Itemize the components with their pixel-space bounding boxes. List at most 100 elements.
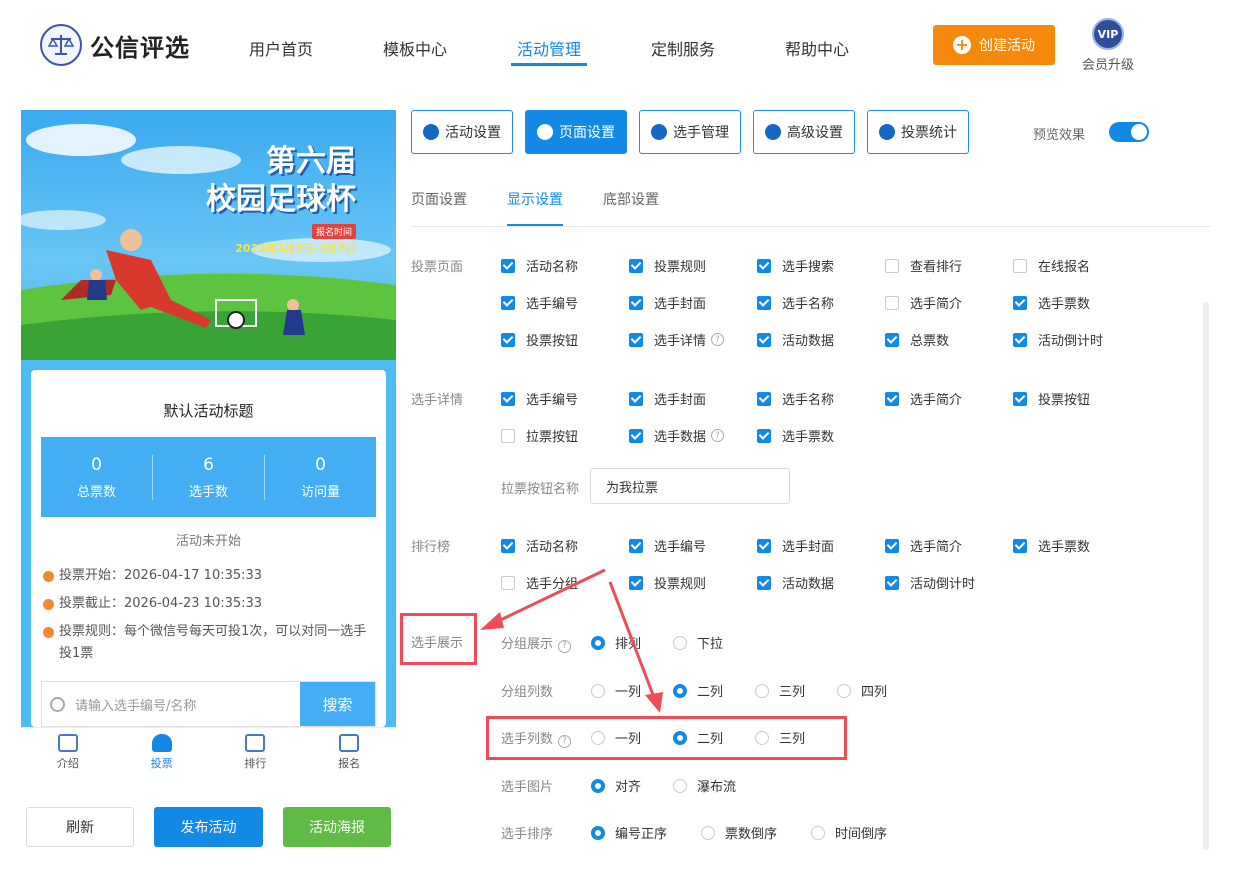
vote-page-option-7[interactable]: 选手名称: [757, 293, 834, 312]
vote-page-option-11[interactable]: 选手详情?: [629, 330, 725, 349]
canvass-button-name-input[interactable]: 为我拉票: [590, 468, 790, 504]
display-row-1-option-2[interactable]: 三列: [755, 681, 805, 700]
search-input[interactable]: 请输入选手编号/名称: [42, 682, 300, 726]
checkbox-label: 选手名称: [782, 393, 835, 408]
logo[interactable]: 公信评选: [40, 24, 190, 66]
vote-page-option-1[interactable]: 投票规则: [629, 256, 706, 275]
nav-templates[interactable]: 模板中心: [383, 36, 447, 60]
nav-help[interactable]: 帮助中心: [785, 36, 849, 60]
publish-button[interactable]: 发布活动: [154, 807, 263, 847]
checkbox-box: [885, 258, 899, 273]
checkbox-box: [1013, 295, 1027, 310]
radio-circle: [673, 683, 687, 698]
vip-upgrade[interactable]: VIP 会员升级: [1080, 18, 1136, 73]
checkbox-box: [757, 332, 771, 347]
tab-vote-statistics[interactable]: 投票统计: [867, 110, 969, 154]
nav-custom-service[interactable]: 定制服务: [651, 36, 715, 60]
vote-page-option-3[interactable]: 查看排行: [885, 256, 962, 275]
checkbox-label: 选手简介: [910, 540, 963, 555]
ranking-option-0[interactable]: 活动名称: [501, 536, 578, 555]
tabbar-intro[interactable]: 介绍: [21, 728, 115, 777]
checkbox-label: 投票按钮: [1038, 393, 1091, 408]
vote-page-option-0[interactable]: 活动名称: [501, 256, 578, 275]
checkbox-label: 总票数: [910, 334, 950, 349]
vote-page-option-2[interactable]: 选手搜索: [757, 256, 834, 275]
plus-icon: +: [953, 36, 971, 54]
tab-activity-settings[interactable]: 活动设置: [411, 110, 513, 154]
radio-circle: [755, 683, 769, 698]
candidate-detail-option-4[interactable]: 投票按钮: [1013, 389, 1090, 408]
checkbox-label: 选手编号: [526, 393, 579, 408]
checkbox-box: [1013, 391, 1027, 406]
activity-title: 默认活动标题: [163, 402, 254, 420]
vote-page-option-14[interactable]: 活动倒计时: [1013, 330, 1103, 349]
preview-toggle[interactable]: [1109, 122, 1149, 142]
vote-page-option-10[interactable]: 投票按钮: [501, 330, 578, 349]
display-row-4-option-0[interactable]: 编号正序: [591, 823, 667, 842]
activity-card: 默认活动标题 0 总票数 6 选手数 0 访问量 活动未开始 投票开始：2026-04…: [31, 370, 386, 727]
ranking-option-8[interactable]: 活动倒计时: [885, 573, 975, 592]
nav-home[interactable]: 用户首页: [249, 36, 313, 60]
checkbox-label: 选手简介: [910, 393, 963, 408]
candidate-detail-option-7[interactable]: 选手票数: [757, 426, 834, 445]
search-button[interactable]: 搜索: [300, 682, 375, 726]
tabbar-ranking[interactable]: 排行: [209, 728, 303, 777]
create-activity-button[interactable]: + 创建活动: [933, 25, 1055, 65]
vote-page-option-12[interactable]: 活动数据: [757, 330, 834, 349]
section-label-candidate-detail: 选手详情: [411, 393, 464, 408]
vote-page-option-13[interactable]: 总票数: [885, 330, 949, 349]
subtab-display-settings[interactable]: 显示设置: [507, 189, 563, 209]
candidate-detail-option-1[interactable]: 选手封面: [629, 389, 706, 408]
checkbox-label: 活动名称: [526, 540, 579, 555]
stat-visits: 0 访问量: [300, 454, 340, 500]
checkbox-box: [629, 332, 643, 347]
display-row-0-option-1[interactable]: 下拉: [673, 633, 723, 652]
tab-advanced-settings[interactable]: 高级设置: [753, 110, 855, 154]
vote-page-option-6[interactable]: 选手封面: [629, 293, 706, 312]
candidate-detail-option-0[interactable]: 选手编号: [501, 389, 578, 408]
subtab-footer-settings[interactable]: 底部设置: [603, 189, 659, 209]
display-row-4-option-2[interactable]: 时间倒序: [811, 823, 887, 842]
clock-icon: [43, 571, 54, 582]
refresh-button[interactable]: 刷新: [26, 807, 134, 847]
vote-page-option-5[interactable]: 选手编号: [501, 293, 578, 312]
ranking-option-4[interactable]: 选手票数: [1013, 536, 1090, 555]
poster-button[interactable]: 活动海报: [283, 807, 391, 847]
radio-label: 时间倒序: [835, 827, 888, 842]
candidate-detail-option-2[interactable]: 选手名称: [757, 389, 834, 408]
checkbox-box: [501, 258, 515, 273]
help-icon[interactable]: ?: [711, 429, 725, 442]
ranking-option-2[interactable]: 选手封面: [757, 536, 834, 555]
display-row-3-option-1[interactable]: 瀑布流: [673, 776, 736, 795]
tab-page-settings[interactable]: 页面设置: [525, 110, 627, 154]
subtab-divider: [411, 226, 1211, 227]
display-row-1-option-3[interactable]: 四列: [837, 681, 887, 700]
display-row-label-3: 选手图片: [501, 780, 554, 795]
ranking-option-7[interactable]: 活动数据: [757, 573, 834, 592]
checkbox-box: [885, 332, 899, 347]
radio-circle: [673, 778, 687, 793]
tabbar-vote[interactable]: 投票: [115, 728, 209, 777]
vote-page-option-4[interactable]: 在线报名: [1013, 256, 1090, 275]
vote-page-option-9[interactable]: 选手票数: [1013, 293, 1090, 312]
ranking-option-3[interactable]: 选手简介: [885, 536, 962, 555]
nav-activity-management[interactable]: 活动管理: [517, 36, 581, 60]
checkbox-label: 选手封面: [654, 393, 707, 408]
tabbar-signup[interactable]: 报名: [302, 728, 396, 777]
checkbox-box: [629, 538, 643, 553]
scrollbar[interactable]: [1203, 302, 1209, 850]
tab-candidate-management[interactable]: 选手管理: [639, 110, 741, 154]
candidate-detail-option-6[interactable]: 选手数据?: [629, 426, 725, 445]
candidate-detail-option-5[interactable]: 拉票按钮: [501, 426, 578, 445]
radio-label: 四列: [861, 685, 888, 700]
candidate-detail-option-3[interactable]: 选手简介: [885, 389, 962, 408]
ranking-option-1[interactable]: 选手编号: [629, 536, 706, 555]
stat-candidates: 6 选手数: [153, 454, 265, 500]
checkbox-label: 选手票数: [782, 430, 835, 445]
help-icon[interactable]: ?: [711, 333, 725, 346]
display-row-3-option-0[interactable]: 对齐: [591, 776, 641, 795]
display-row-4-option-1[interactable]: 票数倒序: [701, 823, 777, 842]
subtab-page-settings[interactable]: 页面设置: [411, 189, 467, 209]
vote-page-option-8[interactable]: 选手简介: [885, 293, 962, 312]
display-row-1-option-1[interactable]: 二列: [673, 681, 723, 700]
